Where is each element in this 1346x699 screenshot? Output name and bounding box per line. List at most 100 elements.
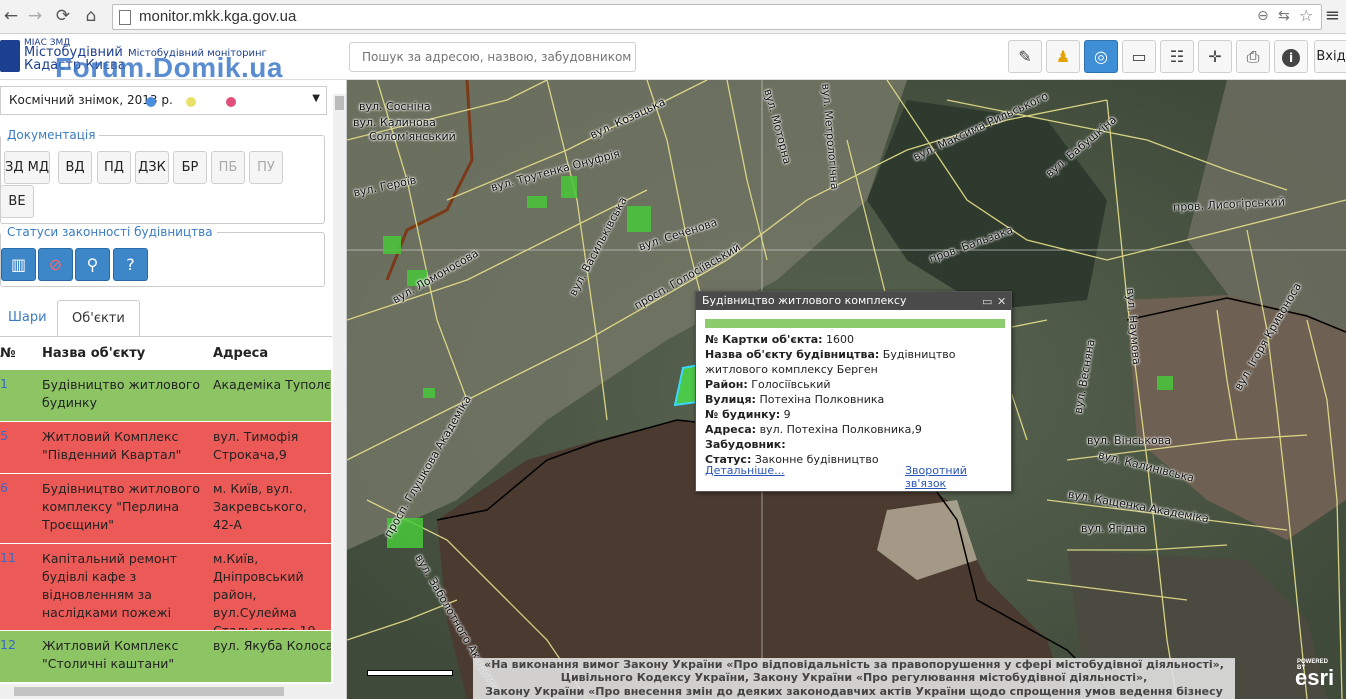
browser-toolbar: ← → ⟳ ⌂ monitor.mkk.kga.gov.ua ⊖ ⇆ ☆ ≡	[0, 0, 1346, 34]
status-illegal-button[interactable]: ⊘	[38, 248, 73, 281]
row-address: вул. Тимофія Строкача,9	[213, 429, 299, 462]
table-row[interactable]: 11 Капітальний ремонт будівлі кафе з від…	[0, 544, 331, 631]
back-icon[interactable]: ←	[0, 6, 22, 26]
pink-dot-icon	[226, 97, 236, 107]
address-label: Адреса:	[705, 423, 757, 436]
crosshair-icon: ✛	[1208, 47, 1222, 66]
popup-header: Будівництво житлового комплексу ▭ ✕	[696, 292, 1011, 310]
table-icon: ☷	[1169, 47, 1185, 66]
row-number: 11	[0, 550, 16, 565]
status-check-button[interactable]: ⚲	[75, 248, 110, 281]
table-row[interactable]: 12 Житловий Комплекс "Столичні каштани" …	[0, 631, 331, 683]
person-icon: ♟	[1055, 47, 1071, 66]
table-header: № Назва об'єкту Адреса	[0, 338, 332, 368]
esri-logo: POWERED BY esri	[1295, 659, 1334, 691]
row-address: Академіка Туполєва	[213, 377, 331, 392]
zoom-icon[interactable]: ⊖	[1257, 8, 1269, 24]
search-box[interactable]	[349, 42, 636, 72]
blue-dot-icon	[146, 97, 156, 107]
table-row[interactable]: 1 Будівництво житлового будинку Академік…	[0, 370, 331, 422]
horizontal-scrollbar[interactable]	[0, 684, 346, 699]
row-name: Житловий Комплекс "Столичні каштани"	[42, 638, 179, 671]
building-no-label: № будинку:	[705, 408, 781, 421]
col-address-header[interactable]: Адреса	[213, 346, 268, 361]
row-name: Будівництво житлового комплексу "Перлина…	[42, 481, 201, 532]
row-name: Житловий Комплекс "Південний Квартал"	[42, 429, 182, 462]
edit-tool-button[interactable]: ✎	[1008, 40, 1042, 73]
basemap-select[interactable]: Космічний знімок, 2013 р. ▼	[0, 86, 327, 115]
object-name-label: Назва об'єкту будівництва:	[705, 348, 880, 361]
row-number: 6	[0, 480, 8, 495]
status-color-bar	[705, 319, 1005, 328]
tab-layers[interactable]: Шари	[8, 300, 47, 336]
forward-icon[interactable]: →	[24, 6, 46, 26]
reload-icon[interactable]: ⟳	[52, 6, 74, 26]
full-extent-button[interactable]: ✛	[1198, 40, 1232, 73]
bookmark-star-icon[interactable]: ☆	[1299, 6, 1313, 25]
doc-button-vd[interactable]: ВД	[58, 151, 92, 184]
map-label: Солом'янський	[369, 130, 456, 143]
col-name-header[interactable]: Назва об'єкту	[42, 346, 145, 361]
doc-button-pb[interactable]: ПБ	[211, 151, 245, 184]
row-address: вул. Якуба Колоса,2	[213, 638, 331, 653]
map-label: вул. Сосніна	[359, 100, 431, 113]
row-number: 1	[0, 376, 8, 391]
doc-button-ve[interactable]: ВЕ	[0, 185, 34, 218]
kyiv-emblem-logo	[0, 40, 20, 72]
vertical-scrollbar[interactable]	[333, 94, 346, 684]
details-link[interactable]: Детальніше...	[705, 464, 785, 477]
streetview-button[interactable]: ♟	[1046, 40, 1080, 73]
table-row[interactable]: 5 Житловий Комплекс "Південний Квартал" …	[0, 422, 331, 474]
close-icon[interactable]: ✕	[997, 293, 1006, 311]
row-number: 12	[0, 637, 16, 652]
measure-button[interactable]: ▭	[1122, 40, 1156, 73]
ruler-icon: ▭	[1131, 47, 1147, 66]
login-button[interactable]: Вхід	[1314, 40, 1346, 73]
building-icon: ▥	[10, 255, 27, 274]
map-label: вул. Калинова	[353, 116, 436, 129]
col-no-header[interactable]: №	[0, 346, 16, 361]
status-unknown-button[interactable]: ?	[113, 248, 148, 281]
doc-button-br[interactable]: БР	[173, 151, 207, 184]
scale-bar	[367, 670, 453, 676]
info-icon: i	[1282, 48, 1300, 67]
popup-title: Будівництво житлового комплексу	[702, 294, 907, 307]
scroll-thumb[interactable]	[14, 687, 284, 696]
doc-button-pd[interactable]: ПД	[97, 151, 131, 184]
left-panel: Космічний знімок, 2013 р. ▼ Документація…	[0, 80, 347, 699]
info-button[interactable]: i	[1274, 40, 1308, 73]
row-address: м.Київ, Дніпровський район, вул.Сулейма …	[213, 551, 316, 631]
tab-divider	[0, 336, 332, 337]
row-name: Капітальний ремонт будівлі кафе з віднов…	[42, 551, 178, 620]
feature-popup: Будівництво житлового комплексу ▭ ✕ № Ка…	[695, 291, 1012, 492]
map-label: вул. Ягідна	[1081, 522, 1147, 535]
print-button[interactable]: ⎙	[1236, 40, 1270, 73]
row-name: Будівництво житлового будинку	[42, 377, 201, 410]
search-input[interactable]	[360, 49, 634, 65]
magnifier-icon: ⚲	[86, 255, 99, 274]
map-view[interactable]: вул. Сосніна вул. Калинова Солом'янський…	[347, 80, 1346, 699]
translate-icon[interactable]: ⇆	[1278, 8, 1290, 24]
notice-line: Закону України «Про внесення змін до дея…	[485, 684, 1223, 699]
compass-icon: ◎	[1094, 47, 1108, 66]
no-building-icon: ⊘	[48, 255, 63, 274]
feedback-link[interactable]: Зворотний зв'язок	[905, 464, 1011, 490]
tab-objects[interactable]: Об'єкти	[57, 300, 140, 337]
doc-button-pu[interactable]: ПУ	[249, 151, 283, 184]
street-value: Потехіна Полковника	[759, 393, 885, 406]
notice-line: Цивільного Кодексу України, Закону Украї…	[560, 671, 1148, 685]
doc-button-zdmd[interactable]: ЗД МД	[4, 151, 50, 184]
home-icon[interactable]: ⌂	[80, 6, 102, 26]
yellow-dot-icon	[186, 97, 196, 107]
layers-tool-button[interactable]: ☷	[1160, 40, 1194, 73]
street-label: Вулиця:	[705, 393, 756, 406]
browser-menu-icon[interactable]: ≡	[1325, 5, 1340, 26]
scroll-thumb[interactable]	[335, 96, 344, 110]
doc-button-dzk[interactable]: ДЗК	[135, 151, 169, 184]
question-search-icon: ?	[126, 255, 135, 274]
identify-tool-button[interactable]: ◎	[1084, 40, 1118, 73]
maximize-icon[interactable]: ▭	[982, 293, 992, 311]
address-bar[interactable]: monitor.mkk.kga.gov.ua ⊖ ⇆ ☆	[112, 4, 1322, 30]
status-legal-button[interactable]: ▥	[1, 248, 36, 281]
table-row[interactable]: 6 Будівництво житлового комплексу "Перли…	[0, 474, 331, 544]
